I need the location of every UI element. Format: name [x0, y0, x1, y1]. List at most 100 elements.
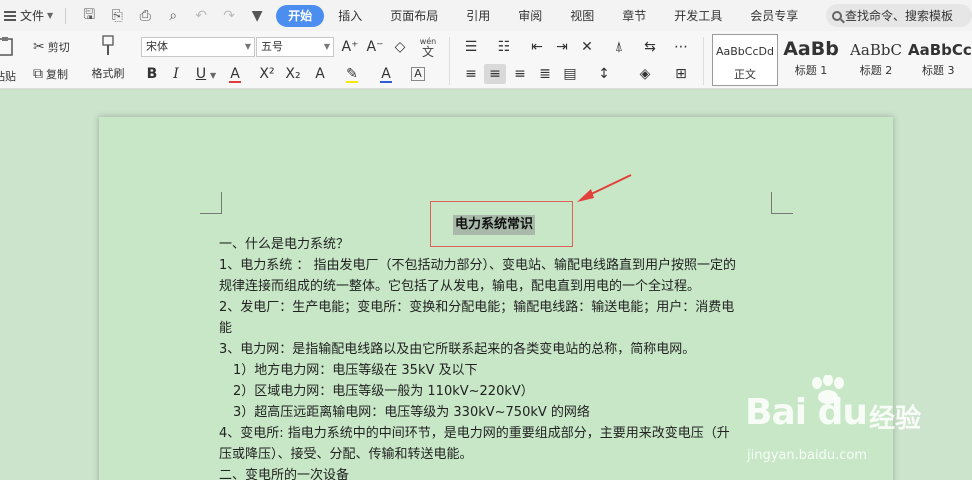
tab-view[interactable]: 视图: [556, 5, 608, 27]
format-painter-button[interactable]: 格式刷: [88, 35, 128, 81]
phonetic-guide-button[interactable]: wén 文: [414, 37, 442, 59]
tab-review[interactable]: 审阅: [504, 5, 556, 27]
file-menu-label: 文件: [20, 9, 45, 23]
align-right-icon[interactable]: ≡: [511, 64, 529, 84]
increase-indent-icon[interactable]: ⇥: [553, 37, 571, 57]
print-icon[interactable]: ⎙: [136, 8, 154, 24]
tab-page-layout[interactable]: 页面布局: [376, 5, 452, 27]
paragraph: 能: [219, 321, 233, 336]
strikethrough-icon[interactable]: A: [226, 64, 244, 84]
clear-format-icon[interactable]: ◇: [391, 37, 409, 57]
font-name-value: 宋体: [146, 40, 168, 53]
tab-home[interactable]: 开始: [276, 4, 325, 27]
text-effect-icon[interactable]: A: [311, 64, 329, 84]
font-name-select[interactable]: 宋体 ▼: [141, 37, 255, 57]
justify-icon[interactable]: ≣: [536, 64, 554, 84]
numbered-list-icon[interactable]: ☷: [495, 37, 513, 57]
tab-references[interactable]: 引用: [452, 5, 504, 27]
chevron-down-icon: ▼: [244, 42, 251, 51]
distribute-icon[interactable]: ▤: [561, 64, 579, 84]
paragraph: 二、变电所的一次设备: [219, 468, 350, 480]
text-direction-icon[interactable]: ⍋: [610, 37, 628, 57]
style-heading-3-label: 标题 3: [922, 64, 955, 77]
tab-developer[interactable]: 开发工具: [660, 5, 736, 27]
menu-bar: 文件 ▼ 🖫 ⎘ ⎙ ⌕ ↶ ↷ ▼ 开始 插入 页面布局 引用 审阅 视图 章…: [0, 0, 972, 31]
paragraph: 3、电力网：是指输配电线路以及由它所联系起来的各类变电站的总称，简称电网。: [219, 342, 696, 357]
show-marks-icon[interactable]: ⋯: [672, 37, 690, 57]
align-left-icon[interactable]: ≡: [462, 64, 480, 84]
chevron-down-icon: ▼: [323, 42, 330, 51]
decrease-indent-icon[interactable]: ⇤: [528, 37, 546, 57]
scissors-icon: ✂: [33, 39, 45, 55]
paste-label[interactable]: 粘贴: [0, 68, 16, 84]
redo-icon[interactable]: ↷: [220, 8, 238, 24]
ribbon-tabs: 开始 插入 页面布局 引用 审阅 视图 章节 开发工具 会员专享: [276, 4, 812, 27]
style-normal-label: 正文: [734, 68, 756, 81]
line-spacing-icon[interactable]: ↕: [595, 64, 613, 84]
paragraph: 2）区域电力网：电压等级一般为 110kV~220kV）: [233, 384, 534, 399]
paragraph: 规律连接而组成的统一整体。它包括了从发电，输电，配电直到用电的一个全过程。: [219, 279, 701, 294]
tab-member[interactable]: 会员专享: [736, 5, 812, 27]
copy-button[interactable]: ⧉ 复制: [33, 65, 68, 83]
style-heading-2-sample: AaBbC: [850, 41, 902, 59]
paragraph: 一、什么是电力系统？: [219, 237, 350, 252]
shrink-font-icon[interactable]: A⁻: [366, 37, 384, 57]
document-title[interactable]: 电力系统常识: [453, 215, 536, 235]
style-heading-3[interactable]: AaBbCc 标题 3: [908, 34, 972, 86]
paragraph: 2、发电厂：生产电能；变电所：变换和分配电能；输配电线路：输送电能；用户：消费电: [219, 300, 735, 315]
font-size-value: 五号: [261, 40, 283, 53]
tab-insert[interactable]: 插入: [324, 5, 376, 27]
annotation-arrow: [577, 174, 632, 202]
tab-chapter[interactable]: 章节: [608, 5, 660, 27]
chevron-down-icon[interactable]: ▼: [210, 71, 216, 80]
bold-icon[interactable]: B: [143, 64, 161, 84]
document-area[interactable]: 电力系统常识 一、什么是电力系统？ 1、电力系统 ： 指由发电厂（不包括动力部分…: [0, 90, 972, 480]
copy-icon: ⧉: [33, 66, 43, 82]
style-normal-sample: AaBbCcDd: [716, 45, 774, 58]
paste-icon[interactable]: [0, 37, 18, 57]
watermark-brand: Bai du: [745, 392, 868, 433]
style-normal[interactable]: AaBbCcDd 正文: [712, 34, 778, 86]
save-icon[interactable]: 🖫: [80, 4, 98, 28]
paragraph: 1、电力系统 ： 指由发电厂（不包括动力部分）、变电站、输配电线路直到用户按照一…: [219, 258, 737, 273]
subscript-icon[interactable]: X₂: [284, 64, 302, 84]
margin-corner-mark: [200, 192, 222, 214]
cut-button[interactable]: ✂ 剪切: [33, 38, 70, 56]
underline-icon[interactable]: U: [192, 64, 210, 84]
style-heading-1[interactable]: AaBb 标题 1: [779, 34, 843, 86]
font-color-icon[interactable]: A: [377, 64, 395, 84]
undo-icon[interactable]: ↶: [192, 8, 210, 24]
bullet-list-icon[interactable]: ☰: [462, 37, 480, 57]
sort-icon[interactable]: ⇆: [641, 37, 659, 57]
baidu-jingyan-watermark: Bai du 经验 jingyan.baidu.com: [745, 370, 972, 480]
highlight-icon[interactable]: ✎: [343, 64, 361, 84]
borders-icon[interactable]: ⊞: [672, 64, 690, 84]
quick-access-toolbar: 🖫 ⎘ ⎙ ⌕ ↶ ↷ ▼: [80, 4, 266, 28]
print-preview-icon[interactable]: ⌕: [164, 8, 182, 24]
align-center-icon[interactable]: ≡: [484, 64, 506, 84]
document-body[interactable]: 一、什么是电力系统？ 1、电力系统 ： 指由发电厂（不包括动力部分）、变电站、输…: [219, 234, 779, 480]
customize-toolbar-icon[interactable]: ▼: [248, 8, 266, 24]
font-size-select[interactable]: 五号 ▼: [256, 37, 334, 57]
watermark-jingyan: 经验: [869, 404, 922, 434]
superscript-icon[interactable]: X²: [258, 64, 276, 84]
command-search[interactable]: 查找命令、搜索模板: [826, 4, 972, 27]
paragraph: 4、变电所: 指电力系统中的中间环节，是电力网的重要组成部分，主要用来改变电压（…: [219, 426, 730, 441]
divider: [449, 37, 450, 85]
watermark-url: jingyan.baidu.com: [747, 448, 867, 463]
shading-icon[interactable]: ◈: [636, 64, 654, 84]
ribbon-toolbar: 粘贴 ✂ 剪切 ⧉ 复制 格式刷 宋体 ▼ 五号 ▼ A⁺ A⁻ ◇ wén 文…: [0, 31, 972, 89]
style-heading-2[interactable]: AaBbC 标题 2: [845, 34, 907, 86]
paragraph: 压或降压）、接受、分配、传输和转送电能。: [219, 447, 473, 462]
paintbrush-icon: [100, 35, 116, 59]
style-heading-3-sample: AaBbCc: [908, 41, 972, 59]
format-painter-label: 格式刷: [91, 67, 125, 80]
chinese-layout-icon[interactable]: ✕: [578, 37, 596, 57]
char-border-icon[interactable]: A: [411, 67, 425, 81]
search-icon: [832, 10, 842, 21]
grow-font-icon[interactable]: A⁺: [341, 37, 359, 57]
export-pdf-icon[interactable]: ⎘: [108, 8, 126, 24]
italic-icon[interactable]: I: [167, 64, 185, 84]
file-menu[interactable]: 文件 ▼: [20, 7, 53, 24]
menu-icon[interactable]: [4, 10, 16, 21]
